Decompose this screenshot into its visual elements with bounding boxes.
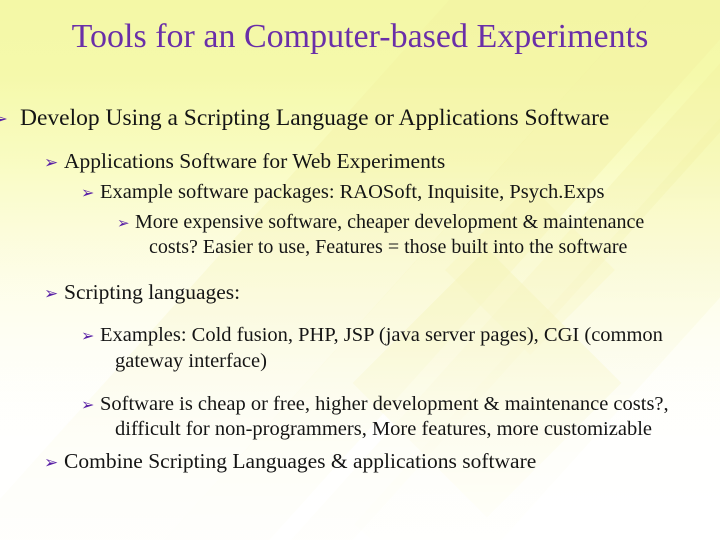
bullet-text: Combine Scripting Languages & applicatio… (64, 448, 537, 473)
bullet-text: Example software packages: RAOSoft, Inqu… (100, 180, 605, 203)
slide-content: Tools for an Computer-based Experiments … (0, 0, 720, 540)
bullet-item-level2: ➢ Applications Software for Web Experimen… (44, 149, 446, 174)
bullet-text: Scripting languages: (64, 279, 241, 304)
presentation-slide: Tools for an Computer-based Experiments … (0, 0, 720, 540)
bullet-item-level3: ➢ Example software packages: RAOSoft, Inq… (81, 180, 605, 203)
bullet-item-level4: ➢ More expensive software, cheaper develo… (117, 211, 645, 259)
bullet-text: Examples: Cold fusion, PHP, JSP (java se… (100, 324, 663, 372)
slide-title: Tools for an Computer-based Experiments (71, 18, 649, 55)
slide-body: ➢Develop Using a Scripting Language or A… (0, 104, 720, 475)
bullet-text: Develop Using a Scripting Language or Ap… (20, 105, 610, 131)
bullet-item-level3: ➢ Software is cheap or free, higher devel… (81, 393, 669, 441)
bullet-text: Software is cheap or free, higher develo… (100, 393, 669, 441)
bullet-item-level3: ➢ Examples: Cold fusion, PHP, JSP (java s… (81, 324, 663, 372)
bullet-item-level1: ➢Develop Using a Scripting Language or A… (0, 104, 698, 133)
bullet-item-level2: ➢ Combine Scripting Languages & applicati… (44, 448, 537, 473)
bullet-text: More expensive software, cheaper develop… (135, 211, 645, 259)
bullet-item-level2: ➢ Scripting languages: (44, 279, 241, 304)
bullet-text: Applications Software for Web Experiment… (64, 149, 446, 174)
